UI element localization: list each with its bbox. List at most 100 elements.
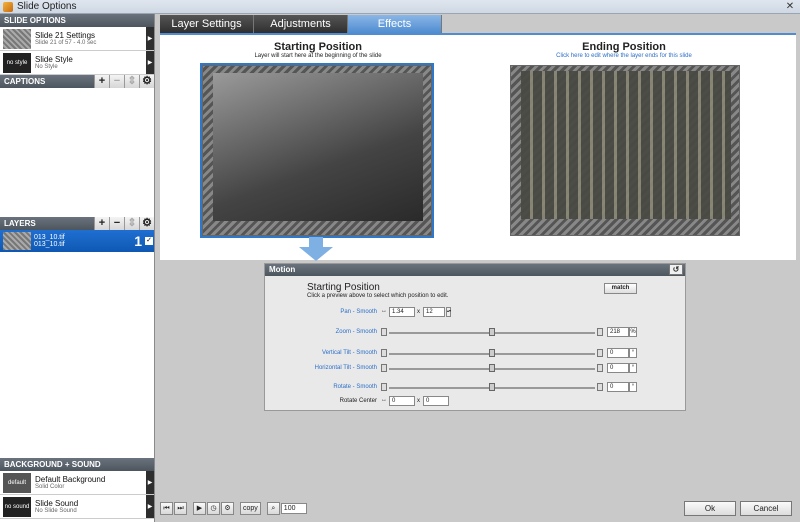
reorder-layer-button[interactable]: ⇕	[124, 217, 139, 230]
zoom-label[interactable]: Zoom - Smooth	[265, 329, 377, 335]
vtilt-min-button[interactable]	[381, 349, 387, 357]
layer-thumbnail	[3, 232, 31, 250]
end-image	[521, 71, 731, 219]
layer-number: 1	[134, 233, 142, 249]
end-position-preview[interactable]	[510, 65, 740, 236]
tab-layer-settings[interactable]: Layer Settings	[160, 15, 254, 33]
pan-x-separator: x	[417, 309, 420, 315]
rotate-field[interactable]: 0	[607, 382, 629, 392]
rotate-max-button[interactable]	[597, 383, 603, 391]
layer-item[interactable]: 013_10.tif 013_10.tif 1 ✓	[0, 230, 154, 252]
motion-panel: Motion ↺ Starting Position Click a previ…	[264, 263, 686, 411]
slide-style-item[interactable]: no style Slide Style No Style ▶	[0, 51, 154, 75]
ok-button[interactable]: Ok	[684, 501, 736, 516]
layers-label: LAYERS	[4, 219, 36, 228]
htilt-max-button[interactable]	[597, 364, 603, 372]
move-icon: ↔	[381, 397, 387, 403]
layers-header: LAYERS + − ⇕ ⚙	[0, 217, 154, 230]
horizontal-tilt-knob[interactable]	[489, 364, 495, 372]
clock-icon[interactable]: ◷	[207, 501, 220, 515]
horizontal-tilt-field[interactable]: 0	[607, 363, 629, 373]
zoom-min-button[interactable]	[381, 328, 387, 336]
play-icon[interactable]: ▶	[193, 501, 206, 515]
zoom-slider-knob[interactable]	[489, 328, 495, 336]
layer-file: 013_10.tif	[34, 241, 65, 248]
cancel-button[interactable]: Cancel	[740, 501, 792, 516]
captions-label: CAPTIONS	[4, 77, 46, 86]
skip-back-icon[interactable]: ⏮	[160, 501, 173, 515]
background-sound-label: BACKGROUND + SOUND	[4, 460, 101, 469]
motion-header-label: Motion	[269, 265, 296, 274]
close-icon[interactable]: ✕	[783, 1, 797, 13]
copy-label: copy	[243, 504, 258, 512]
gear-icon[interactable]: ⚙	[139, 217, 154, 230]
start-position-preview[interactable]	[200, 63, 434, 238]
chevron-right-icon[interactable]: ▶	[146, 471, 154, 494]
background-sound-header: BACKGROUND + SOUND	[0, 458, 154, 471]
motion-header: Motion ↺	[265, 264, 685, 276]
sound-subtitle: No Slide Sound	[35, 508, 77, 514]
remove-caption-button[interactable]: −	[109, 75, 124, 88]
pan-spinner[interactable]: ▴▾	[446, 307, 451, 317]
rotate-center-x-field[interactable]: 0	[389, 396, 415, 406]
tab-adjustments[interactable]: Adjustments	[254, 15, 348, 33]
rotate-center-y-field[interactable]: 0	[423, 396, 449, 406]
rotate-min-button[interactable]	[381, 383, 387, 391]
end-subtitle[interactable]: Click here to edit where the layer ends …	[504, 53, 744, 59]
zoom-unit: %	[629, 327, 637, 337]
slide-settings-subtitle: Slide 21 of 57 - 4.0 sec	[35, 40, 97, 46]
horizontal-tilt-unit: °	[629, 363, 637, 373]
background-subtitle: Solid Color	[35, 484, 65, 490]
gear-icon[interactable]: ⚙	[139, 75, 154, 88]
chevron-right-icon[interactable]: ▶	[146, 51, 154, 74]
captions-list	[0, 88, 154, 217]
preview-area: Starting Position Layer will start here …	[160, 35, 796, 260]
skip-forward-icon[interactable]: ⏭	[174, 501, 187, 515]
remove-layer-button[interactable]: −	[109, 217, 124, 230]
slide-settings-title: Slide 21 Settings	[35, 31, 96, 40]
rotate-label[interactable]: Rotate - Smooth	[265, 384, 377, 390]
chevron-right-icon[interactable]: ▶	[146, 495, 154, 518]
rotate-unit: °	[629, 382, 637, 392]
vertical-tilt-field[interactable]: 0	[607, 348, 629, 358]
reorder-caption-button[interactable]: ⇕	[124, 75, 139, 88]
vtilt-max-button[interactable]	[597, 349, 603, 357]
sound-item[interactable]: no sound Slide Sound No Slide Sound ▶	[0, 495, 154, 519]
vertical-tilt-label[interactable]: Vertical Tilt - Smooth	[265, 350, 377, 356]
window-title: Slide Options	[17, 1, 77, 12]
rotate-center-separator: x	[417, 398, 420, 404]
slide-options-header: SLIDE OPTIONS	[0, 14, 154, 27]
layers-list	[0, 252, 154, 458]
layer-visible-checkbox[interactable]: ✓	[145, 237, 153, 245]
rotate-knob[interactable]	[489, 383, 495, 391]
horizontal-tilt-label[interactable]: Horizontal Tilt - Smooth	[265, 365, 377, 371]
tab-effects[interactable]: Effects	[348, 15, 442, 33]
add-layer-button[interactable]: +	[94, 217, 109, 230]
sound-title: Slide Sound	[35, 499, 79, 508]
background-item[interactable]: default Default Background Solid Color ▶	[0, 471, 154, 495]
zoom-icon[interactable]: ⌕	[266, 501, 280, 515]
zoom-max-button[interactable]	[597, 328, 603, 336]
playback-toolbar: ⏮ ⏭ ▶ ◷ ⚙ copy ⌕ 100	[160, 501, 307, 515]
rotate-center-label: Rotate Center	[339, 398, 377, 404]
background-thumbnail: default	[3, 472, 31, 493]
add-caption-button[interactable]: +	[94, 75, 109, 88]
start-image	[213, 73, 423, 221]
app-icon	[3, 1, 13, 12]
copy-button[interactable]: copy	[240, 501, 261, 515]
pan-label[interactable]: Pan - Smooth	[265, 309, 377, 315]
slide-settings-item[interactable]: Slide 21 Settings Slide 21 of 57 - 4.0 s…	[0, 27, 154, 51]
slide-thumbnail	[3, 28, 31, 49]
vertical-tilt-knob[interactable]	[489, 349, 495, 357]
reset-icon[interactable]: ↺	[669, 264, 683, 275]
zoom-field[interactable]: 218	[607, 327, 629, 337]
pan-y-field[interactable]: 12	[423, 307, 445, 317]
vertical-tilt-unit: °	[629, 348, 637, 358]
start-subtitle: Layer will start here at the beginning o…	[254, 53, 382, 59]
gear-icon[interactable]: ⚙	[221, 501, 234, 515]
zoom-level-field[interactable]: 100	[280, 502, 307, 514]
chevron-right-icon[interactable]: ▶	[146, 27, 154, 50]
htilt-min-button[interactable]	[381, 364, 387, 372]
pan-x-field[interactable]: 1.34	[389, 307, 415, 317]
match-button[interactable]: match	[604, 283, 637, 294]
